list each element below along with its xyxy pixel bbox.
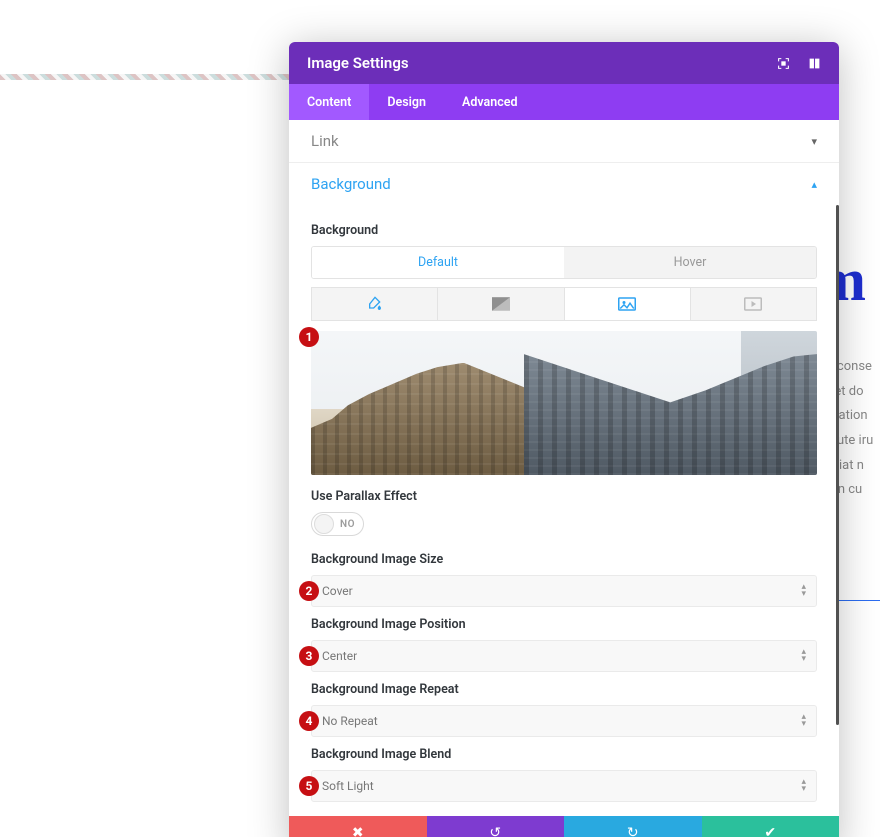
annotation-4: 4 [299,711,319,731]
bg-size-select[interactable]: Cover ▴▾ [311,575,817,607]
parallax-toggle[interactable]: NO [311,512,364,536]
state-tab-hover[interactable]: Hover [564,247,816,278]
undo-icon: ↺ [489,825,501,837]
bg-position-group: Background Image Position 3 Center ▴▾ [311,617,817,672]
bg-blend-label: Background Image Blend [311,747,817,762]
modal-title: Image Settings [307,54,409,72]
bg-size-group: Background Image Size 2 Cover ▴▾ [311,552,817,607]
bg-blend-group: Background Image Blend 5 Soft Light ▴▾ [311,747,817,802]
bg-position-value: Center [322,649,357,663]
bg-size-value: Cover [322,584,353,598]
modal-body: Link ▾ Background ▴ Background Default H… [289,120,839,816]
select-arrows-icon: ▴▾ [801,779,806,793]
modal-header: Image Settings [289,42,839,84]
settings-tabs: Content Design Advanced [289,84,839,120]
section-link-title: Link [311,132,339,150]
redo-button[interactable]: ↻ [564,816,702,837]
chevron-up-icon: ▴ [811,178,817,191]
section-background-content: Background Default Hover [289,205,839,816]
expand-icon[interactable] [777,57,790,70]
undo-button[interactable]: ↺ [427,816,565,837]
background-image-preview[interactable] [311,331,817,475]
state-tab-default[interactable]: Default [312,247,564,278]
bg-repeat-label: Background Image Repeat [311,682,817,697]
save-button[interactable]: ✔ [702,816,840,837]
select-arrows-icon: ▴▾ [801,714,806,728]
bg-repeat-group: Background Image Repeat 4 No Repeat ▴▾ [311,682,817,737]
bg-position-select[interactable]: Center ▴▾ [311,640,817,672]
annotation-3: 3 [299,646,319,666]
background-label: Background [311,223,817,238]
toggle-value: NO [340,519,355,530]
bg-position-label: Background Image Position [311,617,817,632]
bg-size-label: Background Image Size [311,552,817,567]
bg-type-image[interactable] [565,287,691,321]
annotation-2: 2 [299,581,319,601]
section-background[interactable]: Background ▴ [289,163,839,205]
bg-type-video[interactable] [691,287,817,321]
bg-blend-value: Soft Light [322,779,374,793]
bg-blend-select[interactable]: Soft Light ▴▾ [311,770,817,802]
background-type-tabs [311,287,817,321]
tab-content[interactable]: Content [289,84,369,120]
select-arrows-icon: ▴▾ [801,584,806,598]
annotation-1: 1 [299,327,319,347]
section-link[interactable]: Link ▾ [289,120,839,163]
chevron-down-icon: ▾ [811,135,817,148]
page-bg-stripe [0,74,300,80]
tab-design[interactable]: Design [369,84,444,120]
annotation-5: 5 [299,776,319,796]
bg-repeat-select[interactable]: No Repeat ▴▾ [311,705,817,737]
close-icon: ✖ [352,825,364,837]
bg-type-gradient[interactable] [438,287,564,321]
state-tabs: Default Hover [311,246,817,279]
image-settings-modal: Image Settings Content Design Advanced L… [289,42,839,837]
modal-scrollbar[interactable] [836,205,839,725]
discard-button[interactable]: ✖ [289,816,427,837]
tab-advanced[interactable]: Advanced [444,84,536,120]
redo-icon: ↻ [627,825,639,837]
toggle-knob [314,514,334,534]
snap-columns-icon[interactable] [808,57,821,70]
select-arrows-icon: ▴▾ [801,649,806,663]
check-icon: ✔ [764,825,776,837]
page-bg-divider [835,600,880,601]
bg-type-color[interactable] [311,287,438,321]
modal-header-actions [777,57,821,70]
background-image-preview-wrap: 1 [311,331,817,475]
section-background-title: Background [311,175,391,193]
bg-repeat-value: No Repeat [322,714,378,728]
modal-footer: ✖ ↺ ↻ ✔ [289,816,839,837]
parallax-label: Use Parallax Effect [311,489,817,504]
